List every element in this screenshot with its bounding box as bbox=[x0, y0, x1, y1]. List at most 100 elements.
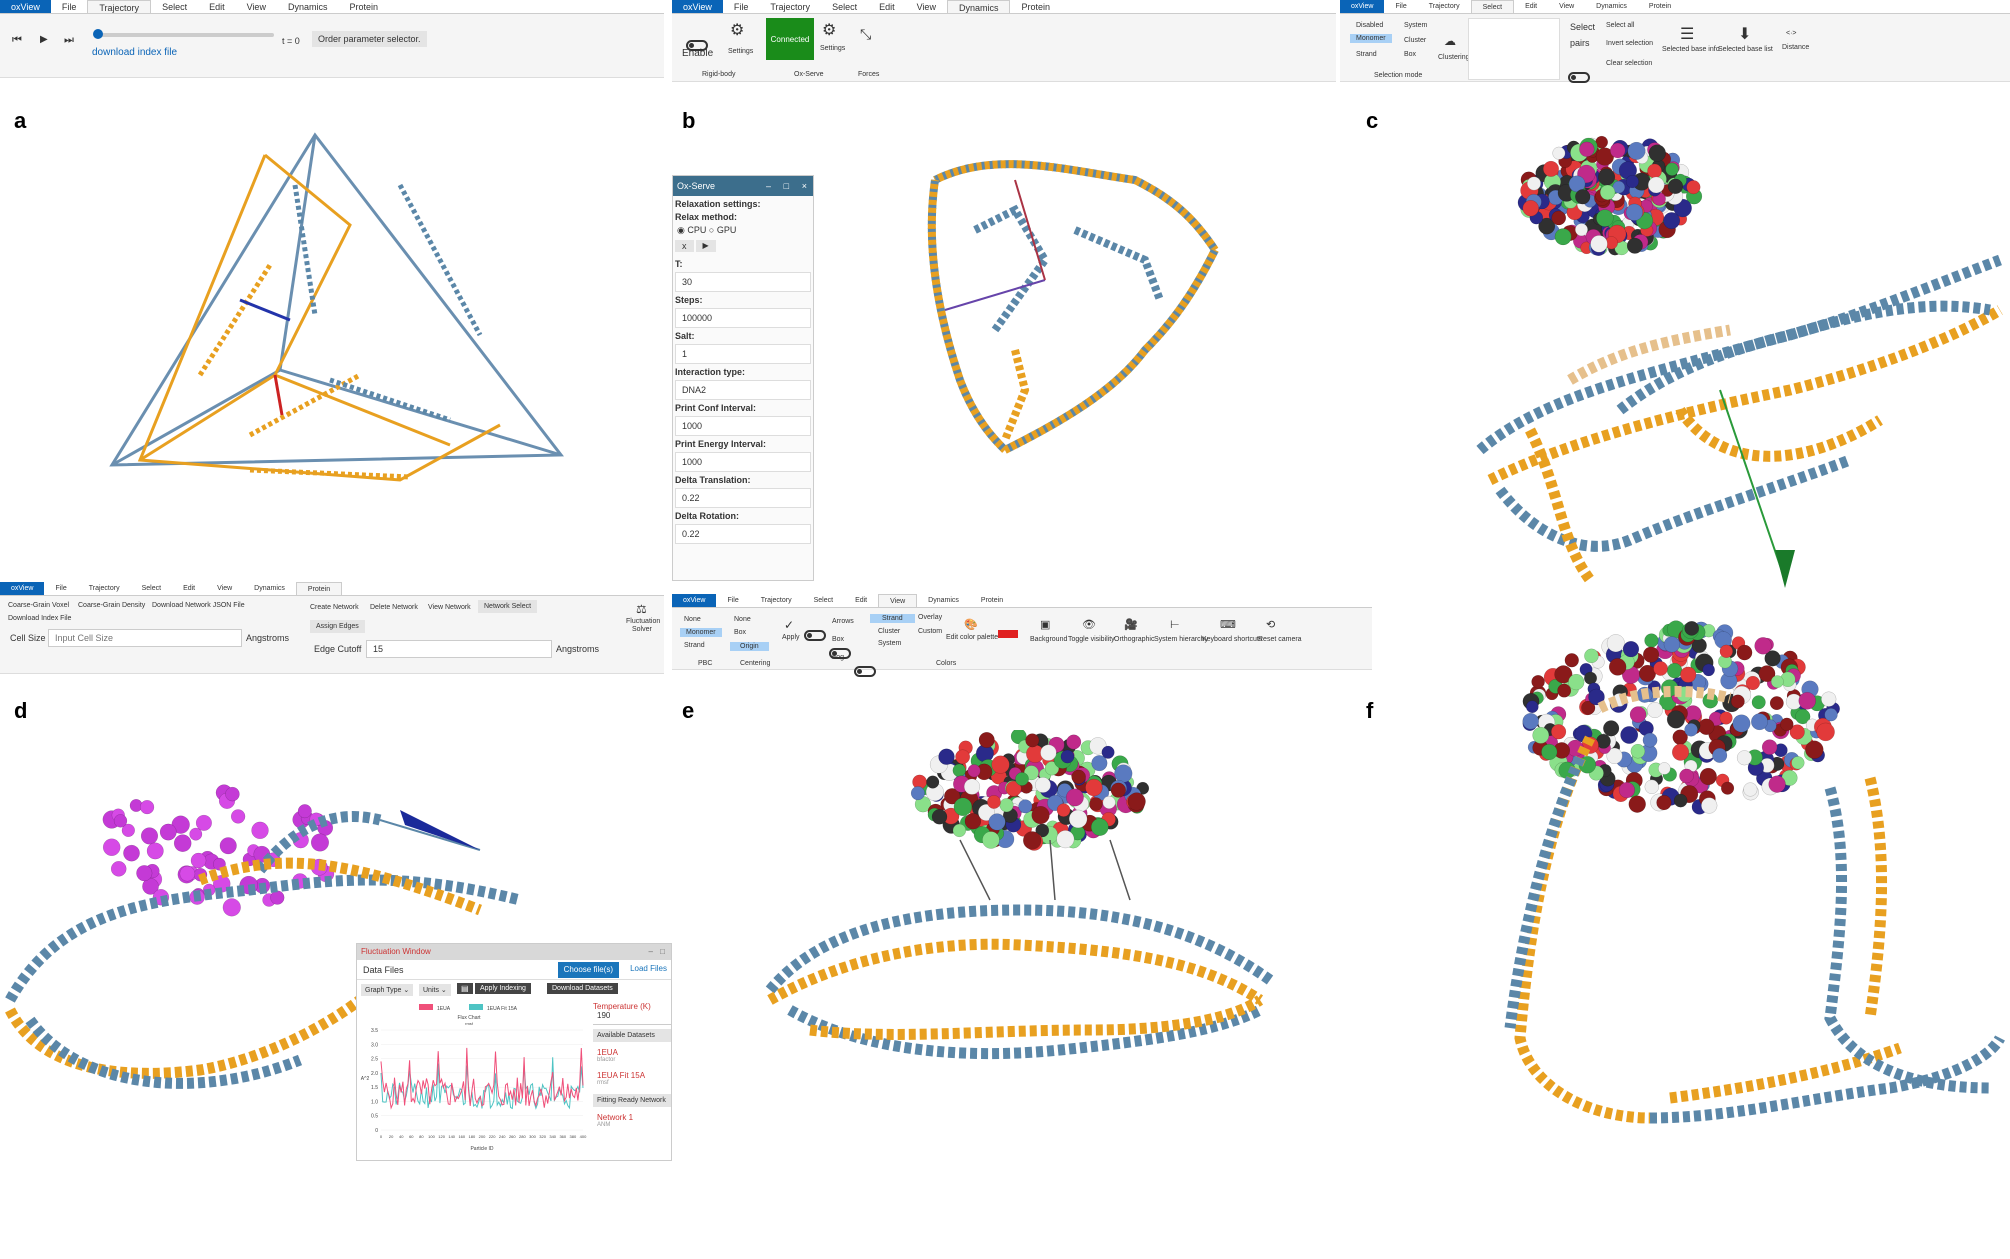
ox-field-input[interactable]: 1000 bbox=[675, 416, 811, 436]
tab-select[interactable]: Select bbox=[821, 0, 868, 13]
edit-color-palette[interactable]: Edit color palette bbox=[946, 634, 998, 641]
graph-type-dropdown[interactable]: Graph Type ⌄ bbox=[361, 984, 414, 996]
list-icon[interactable]: ☰ bbox=[1680, 24, 1694, 44]
tab-edit[interactable]: Edit bbox=[844, 594, 878, 607]
tab-oxview[interactable]: oxView bbox=[672, 594, 717, 607]
color-strand[interactable]: Strand bbox=[870, 614, 915, 623]
clustering-label[interactable]: Clustering bbox=[1438, 54, 1470, 61]
centering-origin[interactable]: Origin bbox=[730, 642, 769, 651]
mode-strand[interactable]: Strand bbox=[1356, 51, 1377, 58]
tab-oxview[interactable]: oxView bbox=[0, 0, 51, 13]
slider-thumb[interactable] bbox=[93, 29, 103, 39]
edge-cutoff-input[interactable]: 15 bbox=[366, 640, 552, 658]
maximize-icon[interactable]: □ bbox=[784, 176, 789, 196]
fog-toggle[interactable] bbox=[853, 666, 876, 677]
reset-camera-button[interactable]: Reset camera bbox=[1258, 636, 1302, 643]
ox-field-input[interactable]: 0.22 bbox=[675, 524, 811, 544]
load-files-button[interactable]: Load Files bbox=[630, 962, 667, 976]
tab-protein[interactable]: Protein bbox=[1010, 0, 1061, 13]
invert-selection[interactable]: Invert selection bbox=[1606, 40, 1653, 47]
play-icon[interactable]: ▶ bbox=[40, 34, 48, 45]
tab-protein[interactable]: Protein bbox=[338, 0, 389, 13]
tab-dynamics[interactable]: Dynamics bbox=[243, 582, 296, 595]
tab-view[interactable]: View bbox=[206, 582, 243, 595]
tab-oxview[interactable]: oxView bbox=[0, 582, 45, 595]
tab-oxview[interactable]: oxView bbox=[672, 0, 723, 13]
distance-label[interactable]: Distance bbox=[1782, 44, 1809, 51]
coarse-grain-voxel[interactable]: Coarse-Grain Voxel bbox=[8, 602, 69, 609]
hierarchy-icon[interactable]: ⊢ bbox=[1170, 618, 1180, 631]
color-cluster[interactable]: Cluster bbox=[878, 628, 900, 635]
tab-trajectory[interactable]: Trajectory bbox=[750, 594, 803, 607]
image-icon[interactable]: ▣ bbox=[1040, 618, 1050, 631]
tab-edit[interactable]: Edit bbox=[172, 582, 206, 595]
mode-disabled[interactable]: Disabled bbox=[1356, 22, 1383, 29]
centering-box[interactable]: Box bbox=[734, 629, 746, 636]
skip-forward-icon[interactable]: ⏭ bbox=[64, 34, 74, 47]
tab-trajectory[interactable]: Trajectory bbox=[78, 582, 131, 595]
tab-dynamics[interactable]: Dynamics bbox=[946, 0, 1011, 13]
ox-field-input[interactable]: 100000 bbox=[675, 308, 811, 328]
radio-cpu[interactable]: ◉ bbox=[677, 225, 685, 235]
run-button[interactable]: ▶ bbox=[695, 240, 716, 252]
tab-view[interactable]: View bbox=[878, 594, 918, 607]
clear-selection[interactable]: Clear selection bbox=[1606, 60, 1652, 67]
gear-icon[interactable]: ⚙ bbox=[822, 20, 836, 40]
tab-dynamics[interactable]: Dynamics bbox=[1585, 0, 1638, 13]
protein-dna-view-e[interactable] bbox=[760, 730, 1280, 1070]
reset-camera-icon[interactable]: ⟲ bbox=[1266, 618, 1275, 631]
save-icon[interactable]: ▤ bbox=[457, 983, 473, 994]
tab-select[interactable]: Select bbox=[151, 0, 198, 13]
connected-button[interactable]: Connected bbox=[766, 18, 814, 60]
mode-box[interactable]: Box bbox=[1404, 51, 1416, 58]
tab-trajectory[interactable]: Trajectory bbox=[1418, 0, 1471, 13]
select-all[interactable]: Select all bbox=[1606, 22, 1634, 29]
radio-gpu[interactable]: ○ bbox=[709, 225, 714, 235]
ox-field-input[interactable]: 0.22 bbox=[675, 488, 811, 508]
arrows-toggle[interactable] bbox=[804, 630, 826, 641]
assign-edges[interactable]: Assign Edges bbox=[310, 620, 365, 633]
keyboard-shortcuts-button[interactable]: Keyboard shortcuts bbox=[1202, 636, 1262, 643]
toggle-visibility-button[interactable]: Toggle visibility bbox=[1068, 636, 1115, 643]
color-system[interactable]: System bbox=[878, 640, 901, 647]
clustering-icon[interactable]: ☁ bbox=[1444, 34, 1456, 48]
selected-base-list[interactable]: Selected base list bbox=[1718, 46, 1773, 53]
tab-dynamics[interactable]: Dynamics bbox=[277, 0, 339, 13]
tab-trajectory[interactable]: Trajectory bbox=[87, 0, 152, 13]
apply-label[interactable]: Apply bbox=[782, 634, 800, 641]
dataset-2[interactable]: 1EUA Fit 15A rmsf bbox=[593, 1063, 671, 1086]
background-button[interactable]: Background bbox=[1030, 636, 1067, 643]
mode-system[interactable]: System bbox=[1404, 22, 1427, 29]
create-network[interactable]: Create Network bbox=[310, 604, 359, 611]
cell-size-input[interactable] bbox=[48, 629, 242, 647]
palette-icon[interactable]: 🎨 bbox=[964, 618, 978, 631]
protein-dna-view-c[interactable] bbox=[1470, 110, 2010, 600]
minimize-icon[interactable]: – bbox=[766, 176, 771, 196]
tab-select[interactable]: Select bbox=[1470, 0, 1515, 13]
minimize-icon[interactable]: – bbox=[649, 944, 653, 960]
tab-select[interactable]: Select bbox=[131, 582, 172, 595]
tab-protein[interactable]: Protein bbox=[1638, 0, 1682, 13]
view-network[interactable]: View Network bbox=[428, 604, 471, 611]
keyboard-icon[interactable]: ⌨ bbox=[1220, 618, 1236, 631]
order-parameter-button[interactable]: Order parameter selector. bbox=[312, 31, 427, 47]
tab-file[interactable]: File bbox=[723, 0, 760, 13]
apply-indexing-button[interactable]: Apply Indexing bbox=[475, 983, 531, 994]
delete-network[interactable]: Delete Network bbox=[370, 604, 418, 611]
ox-field-input[interactable]: 1 bbox=[675, 344, 811, 364]
network-select[interactable]: Network Select bbox=[478, 600, 538, 613]
tab-file[interactable]: File bbox=[1384, 0, 1417, 13]
ox-field-input[interactable]: DNA2 bbox=[675, 380, 811, 400]
protein-dna-view-f[interactable] bbox=[1470, 618, 2010, 1158]
tab-edit[interactable]: Edit bbox=[868, 0, 906, 13]
trajectory-slider[interactable] bbox=[93, 29, 274, 39]
download-icon[interactable]: ⬇ bbox=[1738, 24, 1751, 44]
pbc-none[interactable]: None bbox=[684, 616, 701, 623]
tab-file[interactable]: File bbox=[44, 582, 77, 595]
checkmark-icon[interactable]: ✓ bbox=[784, 618, 794, 632]
choose-files-button[interactable]: Choose file(s) bbox=[557, 962, 619, 978]
fluctuation-solver-1[interactable]: Fluctuation bbox=[626, 618, 660, 625]
pbc-monomer[interactable]: Monomer bbox=[680, 628, 722, 637]
mode-monomer[interactable]: Monomer bbox=[1350, 34, 1392, 43]
download-network-json[interactable]: Download Network JSON File bbox=[152, 602, 245, 609]
